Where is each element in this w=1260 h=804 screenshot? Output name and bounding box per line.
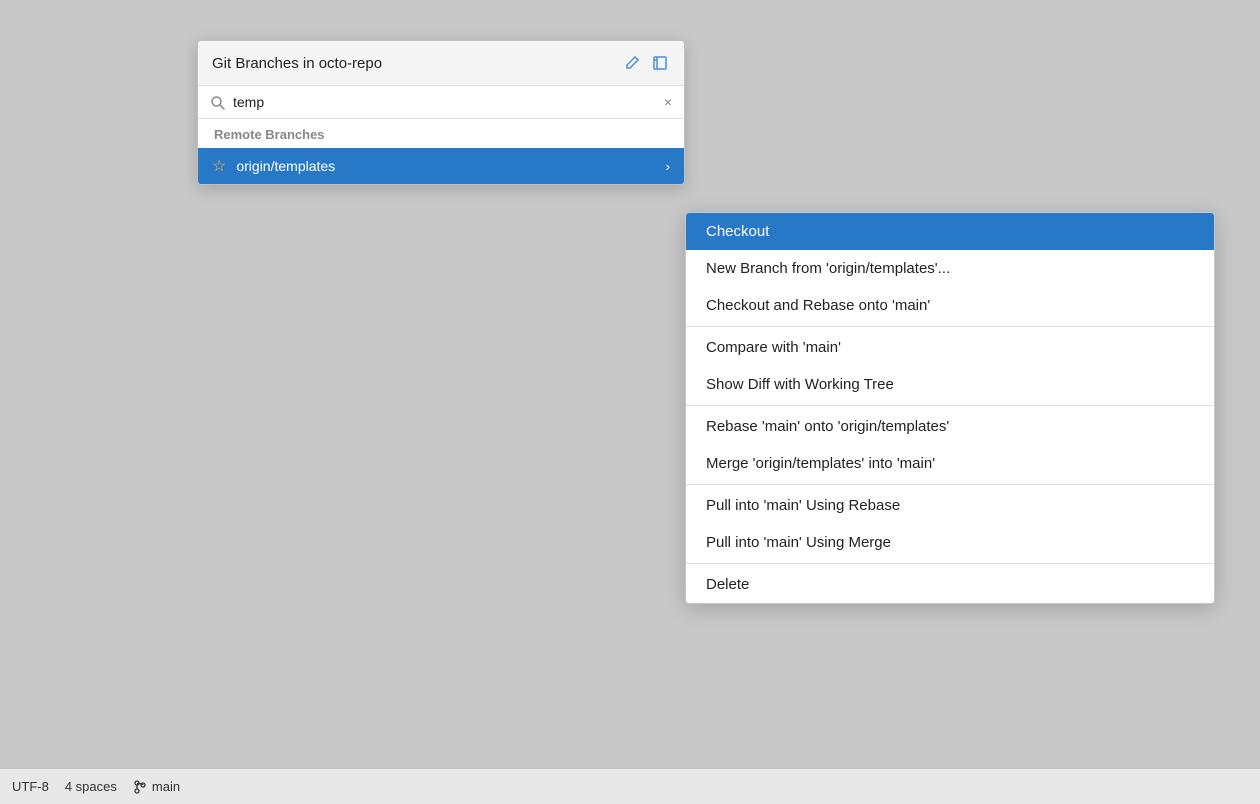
separator-1 [686,326,1214,327]
indent-status: 4 spaces [65,779,117,794]
panel-header-icons [622,53,670,73]
branch-icon [133,780,147,794]
status-bar: UTF-8 4 spaces main [0,768,1260,804]
context-menu-compare[interactable]: Compare with 'main' [686,329,1214,366]
branches-panel: Git Branches in octo-repo × [197,40,685,185]
branch-name: origin/templates [236,158,655,174]
context-menu-pull-rebase[interactable]: Pull into 'main' Using Rebase [686,487,1214,524]
chevron-right-icon: › [666,159,670,174]
branch-name-status: main [152,779,180,794]
expand-icon[interactable] [650,53,670,73]
context-menu-delete[interactable]: Delete [686,566,1214,603]
panel-title: Git Branches in octo-repo [212,55,382,72]
search-icon [210,95,225,110]
separator-2 [686,405,1214,406]
star-icon: ☆ [212,156,226,176]
context-menu-rebase[interactable]: Rebase 'main' onto 'origin/templates' [686,408,1214,445]
context-menu: Checkout New Branch from 'origin/templat… [685,212,1215,604]
context-menu-pull-merge[interactable]: Pull into 'main' Using Merge [686,524,1214,561]
branch-item[interactable]: ☆ origin/templates › [198,148,684,184]
context-menu-show-diff[interactable]: Show Diff with Working Tree [686,366,1214,403]
panel-header: Git Branches in octo-repo [198,41,684,86]
separator-3 [686,484,1214,485]
context-menu-merge[interactable]: Merge 'origin/templates' into 'main' [686,445,1214,482]
encoding-status: UTF-8 [12,779,49,794]
remote-branches-label: Remote Branches [198,119,684,148]
search-bar: × [198,86,684,119]
context-menu-checkout[interactable]: Checkout [686,213,1214,250]
branch-status[interactable]: main [133,779,180,794]
search-clear-button[interactable]: × [664,94,672,110]
search-input[interactable] [233,94,656,110]
context-menu-checkout-rebase[interactable]: Checkout and Rebase onto 'main' [686,287,1214,324]
separator-4 [686,563,1214,564]
context-menu-new-branch[interactable]: New Branch from 'origin/templates'... [686,250,1214,287]
edit-icon[interactable] [622,53,642,73]
